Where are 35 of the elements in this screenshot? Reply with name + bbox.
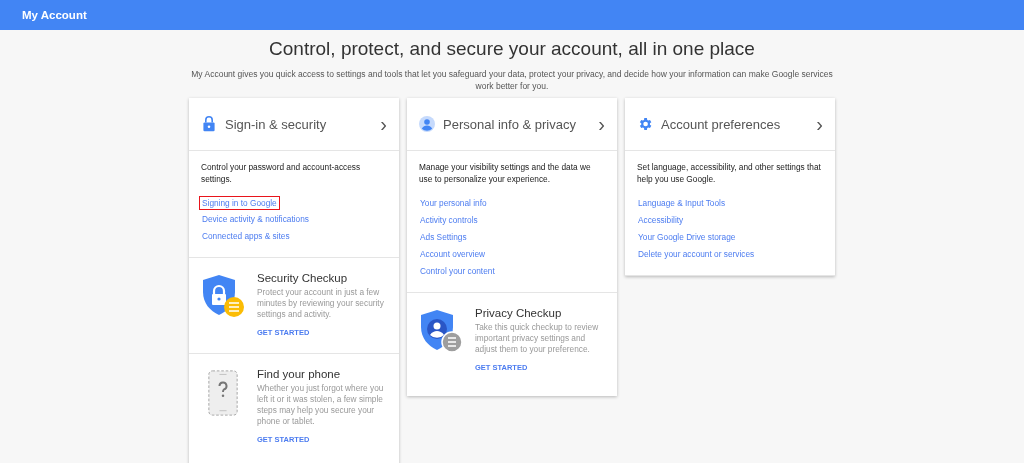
card-title[interactable]: Account preferences xyxy=(661,116,809,132)
page-headline: Control, protect, and secure your account, all in one place xyxy=(268,38,756,60)
section-description: Protect your account in just a few minutes by reviewing your security settings and activity. xyxy=(257,287,385,320)
shield-lock-icon xyxy=(201,274,245,320)
card-description: Manage your visibility settings and the data we use to personalize your experience. xyxy=(419,161,592,185)
lock-icon xyxy=(201,116,217,132)
settings-link[interactable]: Connected apps & sites xyxy=(199,228,293,245)
settings-link[interactable]: Your Google Drive storage xyxy=(635,229,739,246)
section-description: Take this quick checkup to review important privacy settings and adjust them to your preference. xyxy=(475,322,600,355)
section-title: Privacy Checkup xyxy=(475,307,562,319)
card-description: Control your password and account-access settings. xyxy=(201,161,362,185)
settings-link[interactable]: Delete your account or services xyxy=(635,246,758,263)
settings-link[interactable]: Account overview xyxy=(417,246,489,263)
person-icon xyxy=(419,116,435,132)
settings-link[interactable]: Your personal info xyxy=(417,195,490,212)
section-title: Find your phone xyxy=(257,368,341,380)
settings-link[interactable]: Accessibility xyxy=(635,212,687,229)
settings-link[interactable]: Signing in to Google xyxy=(199,196,280,210)
intro-text: My Account gives you quick access to settings and tools that let you safeguard your data, protect your privacy, and decide how your information can make Google services work better for you. xyxy=(190,68,834,92)
chevron-icon[interactable]: › xyxy=(598,114,605,134)
section-title: Security Checkup xyxy=(257,272,348,284)
settings-link[interactable]: Activity controls xyxy=(417,212,481,229)
settings-link[interactable]: Ads Settings xyxy=(417,229,470,246)
chevron-icon[interactable]: › xyxy=(380,114,387,134)
shield-person-icon xyxy=(419,309,463,355)
section-description: Whether you just forgot where you left it or it was stolen, a few simple steps may help you secure your phone or tablet. xyxy=(257,383,385,427)
card-description: Set language, accessibility, and other settings that help you use Google. xyxy=(637,161,822,185)
app-title: My Account xyxy=(22,9,87,21)
card-title[interactable]: Sign-in & security xyxy=(225,116,373,132)
settings-icon xyxy=(637,116,653,132)
settings-link[interactable]: Control your content xyxy=(417,263,498,280)
chevron-icon[interactable]: › xyxy=(816,114,823,134)
settings-link[interactable]: Language & Input Tools xyxy=(635,195,729,212)
card-title[interactable]: Personal info & privacy xyxy=(443,116,591,132)
settings-link[interactable]: Device activity & notifications xyxy=(199,211,312,228)
